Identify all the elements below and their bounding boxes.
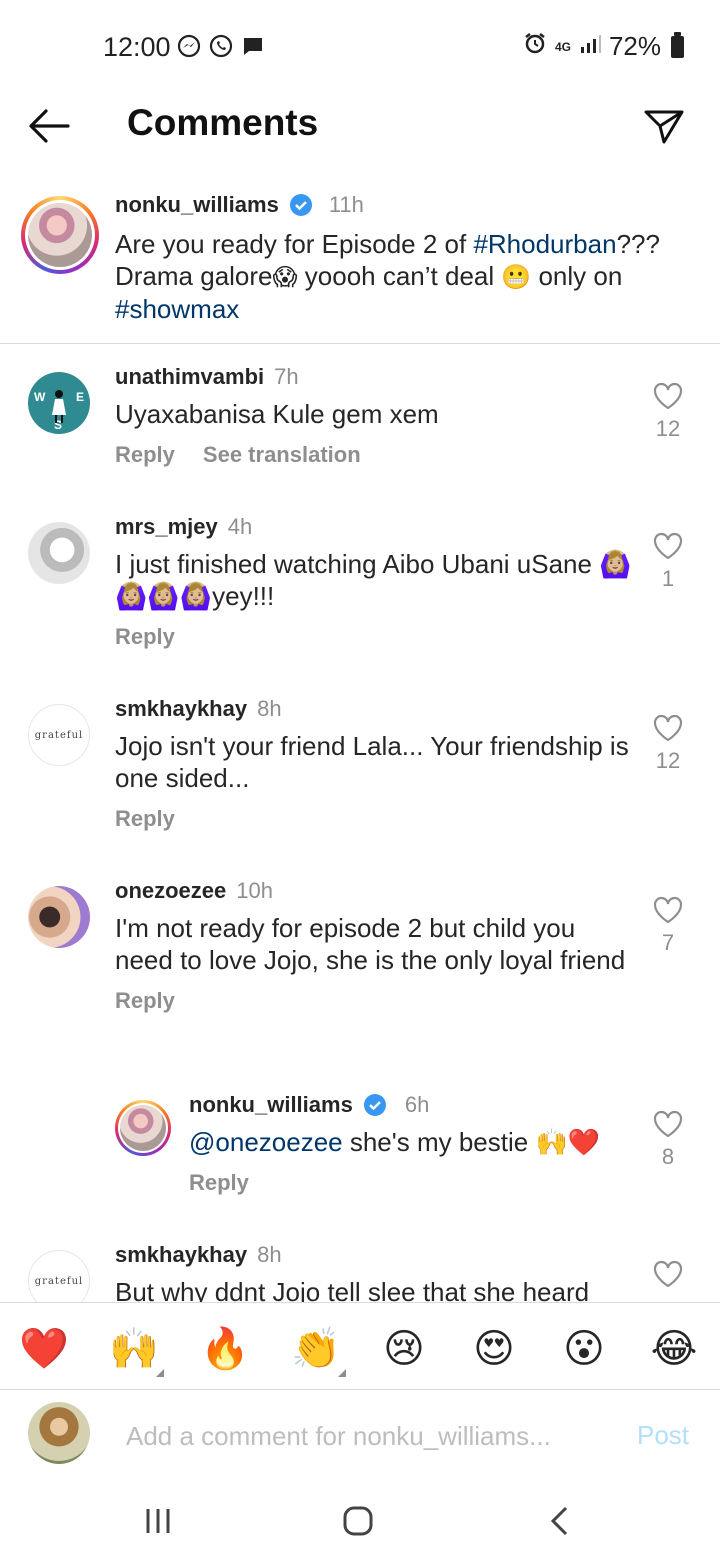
back-arrow-icon (29, 109, 70, 143)
emoji-heart-button[interactable]: ❤️ (18, 1323, 70, 1375)
verified-badge-icon (289, 194, 312, 216)
reply-button[interactable]: Reply (115, 442, 175, 468)
notification-icons (176, 33, 266, 59)
emoji-reaction-bar: ❤️ 🙌 🔥 👏 😢 😍 😮 😂 (0, 1302, 720, 1390)
mention-link[interactable]: @onezoezee (189, 1127, 343, 1157)
status-bar: 12:00 4G 72% (0, 0, 720, 92)
comment-text: Jojo isn't your friend Lala... Your frie… (115, 731, 629, 793)
emoji-laughing-button[interactable]: 😂 (648, 1323, 700, 1375)
caption-username[interactable]: nonku_williams (115, 192, 279, 218)
comment-composer: Post (0, 1389, 720, 1481)
hashtag-link[interactable]: #Rhodurban (473, 229, 616, 259)
like-comment-button[interactable]: 8 (648, 1110, 688, 1170)
comment-text: But why ddnt Jojo tell slee that she hea… (115, 1277, 590, 1302)
status-right: 4G 72% (523, 31, 684, 62)
like-count: 7 (661, 930, 675, 955)
comments-header: Comments (0, 92, 720, 160)
heart-icon (653, 896, 683, 924)
signal-icon (579, 31, 601, 62)
system-nav-bar (0, 1481, 720, 1560)
emoji-fire-button[interactable]: 🔥 (199, 1323, 251, 1375)
heart-icon (653, 1260, 683, 1288)
message-icon (240, 33, 266, 59)
chevron-left-icon (550, 1506, 568, 1536)
verified-badge-icon (363, 1094, 386, 1116)
comment-username[interactable]: unathimvambi (115, 364, 264, 390)
skin-tone-indicator (156, 1369, 164, 1377)
emoji-raised-hands-button[interactable]: 🙌 (108, 1323, 164, 1377)
reply-button[interactable]: Reply (115, 624, 175, 650)
alarm-icon (523, 31, 547, 62)
see-translation-button[interactable]: See translation (203, 442, 361, 468)
heart-icon (653, 714, 683, 742)
reply-button[interactable]: Reply (115, 806, 175, 832)
commenter-avatar[interactable]: grateful (28, 1250, 90, 1302)
network-type: 4G (554, 39, 571, 54)
battery-icon (671, 31, 684, 58)
commenter-avatar[interactable]: grateful (28, 704, 90, 766)
comment-time: 4h (227, 514, 253, 539)
recent-apps-button[interactable] (138, 1503, 178, 1539)
home-button[interactable] (338, 1503, 378, 1539)
system-back-button[interactable] (540, 1503, 580, 1539)
reply-button[interactable]: Reply (189, 1170, 249, 1196)
comment-text: @onezoezee she's my bestie 🙌❤️ (189, 1127, 601, 1157)
comment-input[interactable] (126, 1418, 596, 1454)
heart-icon (653, 1110, 683, 1138)
comment-text: I'm not ready for episode 2 but child yo… (115, 913, 626, 975)
like-count: 1 (661, 566, 675, 591)
comment-time: 6h (404, 1092, 430, 1117)
back-button[interactable] (26, 106, 72, 146)
heart-icon (653, 382, 683, 410)
caption-text: Are you ready for Episode 2 of #Rhodurba… (115, 229, 660, 324)
caption-avatar[interactable] (21, 196, 99, 274)
comment-username[interactable]: smkhaykhay (115, 1242, 247, 1268)
comments-list[interactable]: W E S unathimvambi 7h Uyaxabanisa Kule g… (0, 344, 720, 1302)
comment-text: Uyaxabanisa Kule gem xem (115, 399, 439, 429)
commenter-avatar[interactable] (28, 886, 90, 948)
caption-time: 11h (328, 192, 364, 217)
comment-time: 7h (274, 364, 299, 389)
comment-time: 10h (236, 878, 273, 903)
like-comment-button[interactable] (648, 1260, 688, 1288)
status-time: 12:00 (103, 32, 171, 62)
like-count: 12 (655, 748, 681, 773)
share-button[interactable] (642, 106, 686, 146)
home-icon (343, 1506, 373, 1536)
battery-percent: 72% (608, 31, 661, 61)
page-title: Comments (127, 102, 319, 143)
comment-time: 8h (257, 696, 282, 721)
recent-apps-icon (146, 1509, 170, 1533)
skin-tone-indicator (338, 1369, 346, 1377)
hashtag-link[interactable]: #showmax (115, 294, 239, 324)
like-count: 8 (661, 1144, 675, 1169)
like-comment-button[interactable]: 1 (648, 532, 688, 592)
commenter-avatar[interactable]: W E S (28, 372, 90, 434)
post-button[interactable]: Post (637, 1420, 689, 1451)
commenter-avatar[interactable] (115, 1100, 171, 1156)
current-user-avatar (28, 1402, 90, 1464)
emoji-heart-eyes-button[interactable]: 😍 (468, 1323, 520, 1375)
comment-time: 8h (257, 1242, 282, 1267)
like-comment-button[interactable]: 12 (648, 714, 688, 774)
messenger-icon (176, 33, 202, 59)
like-comment-button[interactable]: 7 (648, 896, 688, 956)
reply-button[interactable]: Reply (115, 988, 175, 1014)
commenter-avatar[interactable] (28, 522, 90, 584)
emoji-crying-button[interactable]: 😢 (378, 1323, 430, 1375)
like-comment-button[interactable]: 12 (648, 382, 688, 442)
comment-username[interactable]: mrs_mjey (115, 514, 218, 540)
comment-username[interactable]: smkhaykhay (115, 696, 247, 722)
comment-username[interactable]: nonku_williams (189, 1092, 353, 1118)
like-count: 12 (655, 416, 681, 441)
emoji-clap-button[interactable]: 👏 (290, 1323, 346, 1377)
comment-text: I just finished watching Aibo Ubani uSan… (115, 549, 632, 611)
paper-plane-icon (644, 110, 684, 144)
emoji-surprised-button[interactable]: 😮 (558, 1323, 610, 1375)
comment-username[interactable]: onezoezee (115, 878, 226, 904)
heart-icon (653, 532, 683, 560)
comment-item: W E S unathimvambi 7h Uyaxabanisa Kule g… (0, 364, 720, 467)
whatsapp-icon (208, 33, 234, 59)
